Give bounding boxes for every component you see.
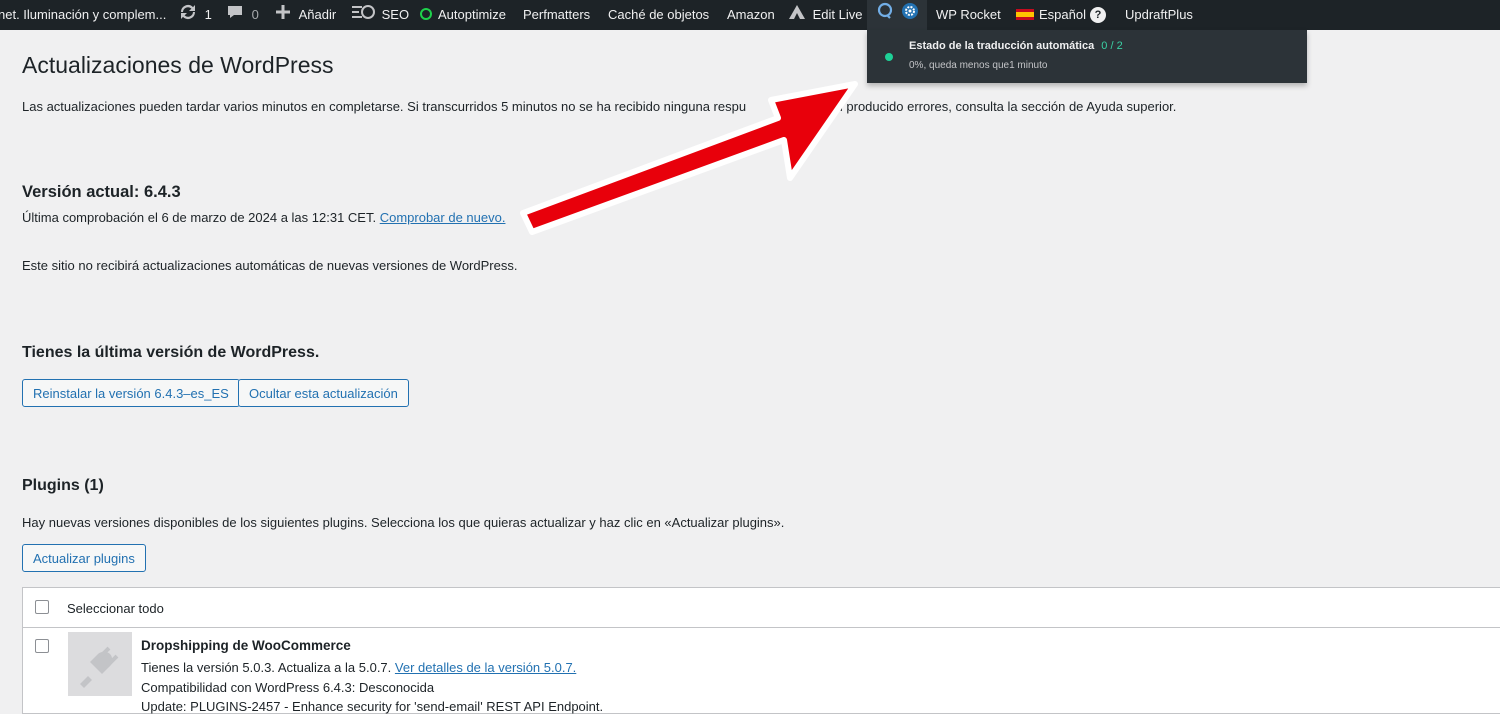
amazon-menu[interactable]: Amazon [727,0,775,30]
plugin-checkbox[interactable] [35,639,49,653]
plus-icon [275,1,291,31]
gear-icon [901,1,919,31]
language-label: Español [1039,7,1086,22]
amazon-label: Amazon [727,7,775,22]
site-name-link[interactable]: net. Iluminación y complem... [0,0,166,30]
edit-live-icon [788,1,806,31]
page-title: Actualizaciones de WordPress [22,52,334,78]
last-check-text: Última comprobación el 6 de marzo de 202… [22,210,377,225]
status-dot-icon [885,53,893,61]
object-cache-menu[interactable]: Caché de objetos [608,0,709,30]
edit-live-menu[interactable]: Edit Live [788,0,863,30]
comments-link[interactable]: 0 [227,0,259,30]
hide-update-button[interactable]: Ocultar esta actualización [238,379,409,407]
latest-version-heading: Tienes la última versión de WordPress. [22,344,320,361]
updraftplus-label: UpdraftPlus [1125,7,1193,22]
perfmatters-label: Perfmatters [523,7,591,22]
updraftplus-menu[interactable]: UpdraftPlus [1125,0,1193,30]
comment-icon [227,1,243,31]
updates-icon [178,1,198,31]
update-notice-text-end: nan producido errores, consulta la secci… [821,99,1177,114]
wp-rocket-menu[interactable]: WP Rocket [936,0,1001,30]
site-name-label: net. Iluminación y complem... [0,7,167,22]
plugin-version-line: Tienes la versión 5.0.3. Actualiza a la … [141,660,576,675]
new-content-link[interactable]: Añadir [275,0,336,30]
autoptimize-label: Autoptimize [438,7,506,22]
edit-live-label: Edit Live [812,7,863,22]
spain-flag-icon [1016,9,1034,20]
select-all-label[interactable]: Seleccionar todo [67,601,164,616]
plugins-heading: Plugins (1) [22,477,104,494]
seo-label: SEO [381,7,410,22]
help-icon[interactable]: ? [1089,7,1106,23]
wp-rocket-label: WP Rocket [936,7,1001,22]
reinstall-button[interactable]: Reinstalar la versión 6.4.3–es_ES [22,379,240,407]
plugin-name: Dropshipping de WooCommerce [141,638,351,653]
seo-menu[interactable]: SEO [352,0,409,30]
translation-status-title: Estado de la traducción automática 0 / 2 [909,40,1123,52]
plugins-description: Hay nuevas versiones disponibles de los … [22,515,785,530]
perfmatters-menu[interactable]: Perfmatters [523,0,590,30]
comments-count: 0 [251,7,259,22]
update-notice-text-start: Las actualizaciones pueden tardar varios… [22,99,747,114]
plugin-version-text: Tienes la versión 5.0.3. Actualiza a la … [141,660,392,675]
translation-status-count: 0 / 2 [1101,40,1123,52]
current-version-heading: Versión actual: 6.4.3 [22,183,181,201]
update-notice: Las actualizaciones pueden tardar varios… [22,99,1176,114]
translation-menu[interactable] [867,0,927,30]
translation-status-label: Estado de la traducción automática [909,40,1095,52]
updates-count: 1 [204,7,212,22]
plugin-thumbnail [68,632,132,696]
translation-status-dropdown[interactable]: Estado de la traducción automática 0 / 2… [867,30,1307,83]
plugin-details-link[interactable]: Ver detalles de la versión 5.0.7. [395,660,576,675]
auto-updates-text: Este sitio no recibirá actualizaciones a… [22,258,518,273]
plugin-compat-text: Compatibilidad con WordPress 6.4.3: Desc… [141,680,435,695]
object-cache-label: Caché de objetos [608,7,710,22]
plugins-table: Seleccionar todo Dropshipping de WooComm… [22,587,1500,714]
table-divider [23,627,1500,628]
check-again-link[interactable]: Comprobar de nuevo. [380,210,506,225]
translation-status-subtitle: 0%, queda menos que1 minuto [909,60,1048,71]
update-plugins-button[interactable]: Actualizar plugins [22,544,146,572]
seo-icon [352,1,376,31]
admin-bar: net. Iluminación y complem... 1 0 Añadir… [0,0,1500,30]
plugin-update-note: Update: PLUGINS-2457 - Enhance security … [141,699,604,714]
last-check-line: Última comprobación el 6 de marzo de 202… [22,210,505,225]
status-ring-icon [420,8,432,20]
plugin-plug-icon [80,646,119,688]
select-all-checkbox[interactable] [35,600,49,614]
translation-icon [877,1,899,31]
autoptimize-menu[interactable]: Autoptimize [420,0,506,30]
new-label: Añadir [298,7,337,22]
updates-link[interactable]: 1 [178,0,212,30]
language-menu[interactable]: Español? [1016,0,1106,30]
